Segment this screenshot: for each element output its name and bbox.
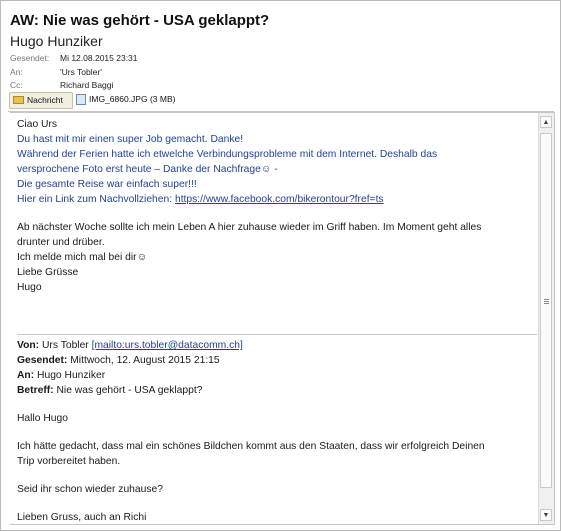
email-subject: AW: Nie was gehört - USA geklappt? bbox=[10, 12, 270, 29]
reply-line: Ciao Urs bbox=[17, 119, 58, 130]
scroll-up-button[interactable]: ▲ bbox=[540, 116, 552, 128]
quoted-to-row: An: Hugo Hunziker bbox=[17, 368, 537, 383]
body-line: Liebe Grüsse bbox=[17, 267, 79, 278]
grip-icon bbox=[544, 299, 549, 300]
quoted-signoff: Lieben Gruss, auch an Richi bbox=[17, 512, 147, 523]
cc-value[interactable]: Richard Baggi bbox=[60, 80, 113, 90]
image-file-icon bbox=[76, 94, 86, 105]
body-line: drunter und drüber. bbox=[17, 237, 105, 248]
message-tab[interactable]: Nachricht bbox=[9, 92, 73, 109]
quoted-subject-label: Betreff: bbox=[17, 385, 54, 396]
quoted-line: Ich hätte gedacht, dass mal ein schönes … bbox=[17, 441, 485, 452]
quoted-from-name: Urs Tobler bbox=[42, 340, 92, 351]
vertical-scrollbar[interactable]: ▲ ▼ bbox=[538, 113, 554, 524]
quoted-line: Trip vorbereitet haben. bbox=[17, 456, 121, 467]
message-content: Ciao Urs Du hast mit mir einen super Job… bbox=[17, 117, 537, 525]
attachment-file[interactable]: IMG_6860.JPG (3 MB) bbox=[75, 92, 185, 107]
link-line: Hier ein Link zum Nachvollziehen: https:… bbox=[17, 192, 537, 207]
quoted-from-label: Von: bbox=[17, 340, 40, 351]
cc-label: Cc: bbox=[10, 80, 23, 90]
sent-label: Gesendet: bbox=[10, 53, 50, 63]
reply-line: Die gesamte Reise war einfach super!!! bbox=[17, 179, 197, 190]
link-prefix: Hier ein Link zum Nachvollziehen: bbox=[17, 194, 175, 205]
email-sender: Hugo Hunziker bbox=[10, 33, 103, 49]
scrollbar-thumb[interactable] bbox=[540, 133, 552, 488]
message-body[interactable]: Ciao Urs Du hast mit mir einen super Job… bbox=[10, 112, 555, 525]
to-row: An: 'Urs Tobler' bbox=[10, 67, 102, 77]
to-value[interactable]: 'Urs Tobler' bbox=[60, 67, 102, 77]
reply-line: Du hast mit mir einen super Job gemacht.… bbox=[17, 134, 244, 145]
quoted-sent-value: Mittwoch, 12. August 2015 21:15 bbox=[70, 355, 220, 366]
reply-line: Während der Ferien hatte ich etwelche Ve… bbox=[17, 149, 438, 160]
facebook-link[interactable]: https://www.facebook.com/bikerontour?fre… bbox=[175, 194, 384, 205]
quoted-sent-row: Gesendet: Mittwoch, 12. August 2015 21:1… bbox=[17, 353, 537, 368]
cc-row: Cc: Richard Baggi bbox=[10, 80, 113, 90]
quoted-subject-value: Nie was gehört - USA geklappt? bbox=[56, 385, 203, 396]
quoted-to-label: An: bbox=[17, 370, 35, 381]
quoted-from-row: Von: Urs Tobler [mailto:urs.tobler@datac… bbox=[17, 338, 537, 353]
body-line: Hugo bbox=[17, 282, 42, 293]
scroll-down-button[interactable]: ▼ bbox=[540, 509, 552, 521]
quoted-to-value: Hugo Hunziker bbox=[37, 370, 106, 381]
quoted-subject-row: Betreff: Nie was gehört - USA geklappt? bbox=[17, 383, 537, 398]
message-tab-label: Nachricht bbox=[27, 95, 63, 105]
reply-line: versprochene Foto erst heute – Danke der… bbox=[17, 164, 278, 175]
quoted-greeting: Hallo Hugo bbox=[17, 413, 68, 424]
quoted-mailto-link[interactable]: [mailto:urs.tobler@datacomm.ch] bbox=[92, 340, 243, 351]
body-line: Ab nächster Woche sollte ich mein Leben … bbox=[17, 222, 482, 233]
sent-row: Gesendet: Mi 12.08.2015 23:31 bbox=[10, 53, 138, 63]
quoted-question: Seid ihr schon wieder zuhause? bbox=[17, 484, 163, 495]
attachment-file-label: IMG_6860.JPG (3 MB) bbox=[89, 94, 176, 104]
quote-divider bbox=[17, 334, 537, 335]
body-line: Ich melde mich mal bei dir☺ bbox=[17, 252, 148, 263]
to-label: An: bbox=[10, 67, 23, 77]
sent-value: Mi 12.08.2015 23:31 bbox=[60, 53, 138, 63]
quoted-sent-label: Gesendet: bbox=[17, 355, 68, 366]
envelope-icon bbox=[13, 96, 24, 104]
